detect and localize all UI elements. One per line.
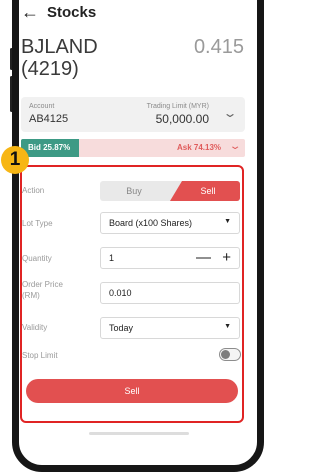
back-arrow-icon[interactable]: ← xyxy=(21,2,39,23)
order-price-value: 0.010 xyxy=(109,288,132,298)
toggle-knob xyxy=(221,350,230,359)
bid-ask-bar[interactable]: Bid 25.87% Ask 74.13% ⌄ xyxy=(21,139,245,157)
validity-value: Today xyxy=(109,323,134,333)
trading-limit-value: 50,000.00 xyxy=(155,112,209,126)
dropdown-arrow-icon: ▼ xyxy=(224,218,231,225)
account-selector[interactable]: Account AB4125 Trading Limit (MYR) 50,00… xyxy=(21,97,245,132)
quantity-label: Quantity xyxy=(22,254,52,263)
minus-icon[interactable]: — xyxy=(196,249,211,266)
bid-percentage: Bid 25.87% xyxy=(28,143,71,152)
validity-label: Validity xyxy=(22,323,48,332)
chevron-down-icon[interactable]: ⌄ xyxy=(229,141,242,152)
quantity-value[interactable]: 1 xyxy=(109,253,114,263)
lot-type-value: Board (x100 Shares) xyxy=(109,218,193,228)
phone-frame: ← Stocks BJLAND (4219) 0.415 Account AB4… xyxy=(12,0,264,472)
buy-tab[interactable]: Buy xyxy=(100,181,168,201)
trading-limit-label: Trading Limit (MYR) xyxy=(146,103,209,110)
dropdown-arrow-icon: ▼ xyxy=(224,323,231,330)
home-indicator xyxy=(89,432,189,435)
stock-summary: BJLAND (4219) 0.415 xyxy=(21,36,244,80)
lot-type-select[interactable]: Board (x100 Shares) ▼ xyxy=(100,212,240,234)
sell-button[interactable]: Sell xyxy=(26,379,238,403)
account-label: Account xyxy=(29,103,55,110)
stock-code: (4219) xyxy=(21,58,79,80)
account-value: AB4125 xyxy=(29,113,69,125)
lot-type-label: Lot Type xyxy=(22,219,53,228)
page-title: Stocks xyxy=(47,3,97,21)
sell-tab[interactable]: Sell xyxy=(170,181,240,201)
order-price-input[interactable]: 0.010 xyxy=(100,282,240,304)
ask-percentage: Ask 74.13% xyxy=(176,143,221,152)
header: ← Stocks xyxy=(21,1,96,23)
quantity-stepper[interactable]: 1 — + xyxy=(100,247,240,269)
order-form-highlight: Action Buy Sell Lot Type Board (x100 Sha… xyxy=(20,165,244,423)
validity-select[interactable]: Today ▼ xyxy=(100,317,240,339)
buy-sell-toggle[interactable]: Buy Sell xyxy=(100,181,240,201)
step-number-badge: 1 xyxy=(1,146,29,174)
stock-price: 0.415 xyxy=(193,36,244,58)
plus-icon[interactable]: + xyxy=(222,249,231,266)
chevron-down-icon[interactable]: ⌄ xyxy=(222,106,237,120)
stop-limit-toggle[interactable] xyxy=(219,348,241,361)
stop-limit-label: Stop Limit xyxy=(22,351,58,360)
action-label: Action xyxy=(22,186,45,195)
order-price-label: Order Price (RM) xyxy=(22,280,63,300)
